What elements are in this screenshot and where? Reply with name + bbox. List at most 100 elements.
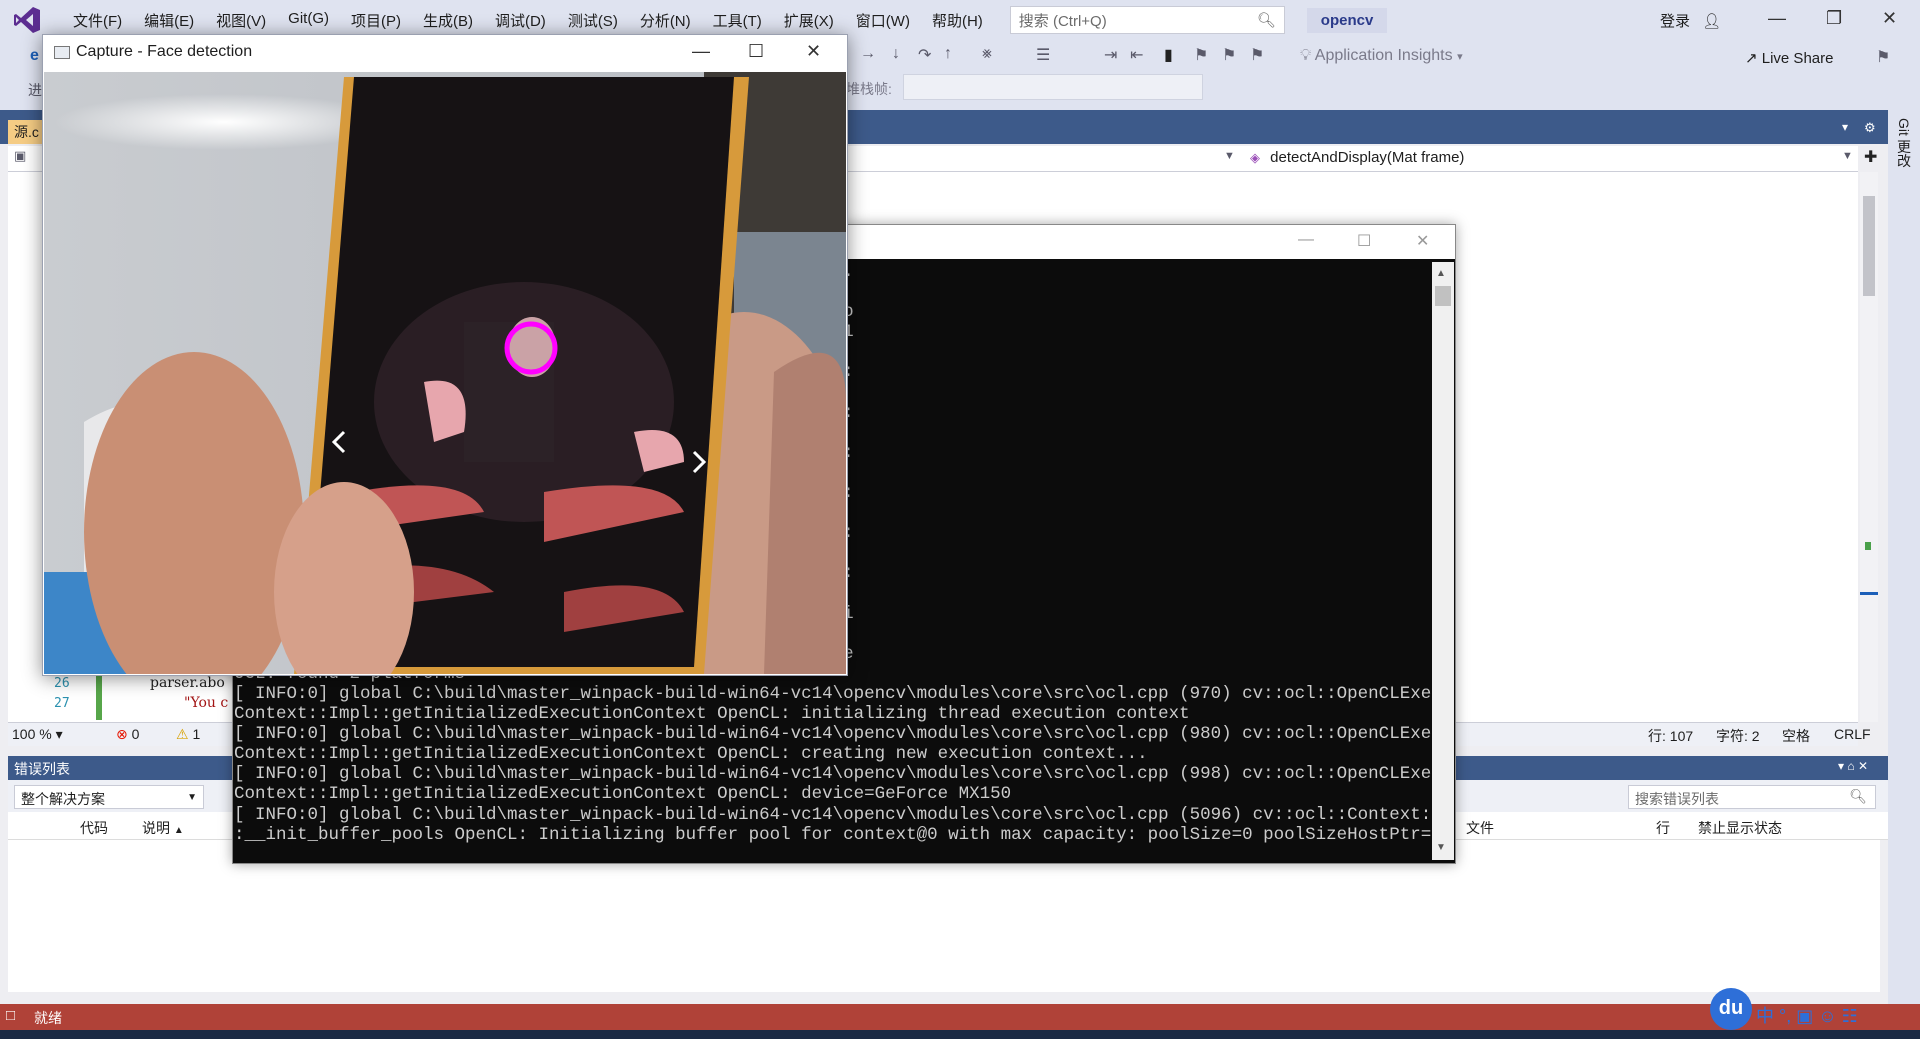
menu-item[interactable]: Git(G) <box>277 10 340 31</box>
step-out-icon[interactable]: ↑ <box>944 45 952 63</box>
function-dropdown[interactable]: ◈ detectAndDisplay(Mat frame) <box>1250 149 1464 166</box>
warning-icon: ⚠ <box>176 726 189 742</box>
menu-item[interactable]: 视图(V) <box>205 10 277 31</box>
step-into-icon[interactable]: ↓ <box>892 45 900 63</box>
editor-scrollbar[interactable] <box>1860 172 1878 722</box>
function-dropdown-icon[interactable]: ▼ <box>1842 150 1853 162</box>
capture-minimize-icon[interactable]: — <box>692 41 710 62</box>
application-insights-button[interactable]: 💡︎ Application Insights ▾ <box>1300 47 1463 65</box>
column-line[interactable]: 行 <box>1656 818 1670 838</box>
camera-frame: 加油 <box>44 72 846 674</box>
menu-item[interactable]: 帮助(H) <box>921 10 994 31</box>
stack-frame-label: 堆栈帧: <box>846 81 892 97</box>
stack-frame-dropdown[interactable] <box>903 74 1203 100</box>
menu-item[interactable]: 调试(D) <box>484 10 557 31</box>
menu-item[interactable]: 测试(S) <box>557 10 629 31</box>
error-icon: ⊗ <box>116 726 128 742</box>
method-icon: ◈ <box>1250 150 1260 165</box>
warning-count[interactable]: ⚠ 1 <box>176 726 200 743</box>
error-scope-value: 整个解决方案 <box>21 791 105 807</box>
column-description[interactable]: 说明 ▲ <box>142 818 184 838</box>
live-share-button[interactable]: ↗ Live Share <box>1745 49 1833 67</box>
console-line: Context::Impl::getInitializedExecutionCo… <box>234 744 1148 765</box>
column-file[interactable]: 文件 <box>1466 818 1494 838</box>
settings-gear-icon[interactable]: ⚙ <box>1864 120 1876 136</box>
bookmark-icon[interactable]: ▮ <box>1164 45 1173 65</box>
console-line: Context::Impl::getInitializedExecutionCo… <box>234 784 1012 805</box>
console-close-icon[interactable]: ✕ <box>1416 231 1429 251</box>
sort-asc-icon: ▲ <box>173 825 184 836</box>
right-side-toolbar <box>1888 110 1920 1010</box>
zoom-value: 100 % <box>12 726 52 742</box>
outdent-icon[interactable]: ⇤ <box>1130 45 1143 65</box>
feedback-icon[interactable]: ⚑ <box>1876 47 1890 67</box>
app-window-icon <box>54 46 70 59</box>
split-editor-icon[interactable]: ✚ <box>1864 147 1877 167</box>
menu-item[interactable]: 文件(F) <box>62 10 133 31</box>
restore-icon[interactable]: ❐ <box>1826 8 1842 29</box>
code-line[interactable]: "You c <box>184 695 228 711</box>
ime-toolbar-icons[interactable]: 中 °, ▣ ☺ ☷ <box>1756 1002 1858 1028</box>
step-over-icon[interactable]: → <box>860 45 876 63</box>
status-bar: □ 就绪 <box>0 1004 1920 1030</box>
redo-icon[interactable]: ↷ <box>918 45 931 65</box>
error-list-title: 错误列表 <box>14 761 70 777</box>
hex-display-icon[interactable]: ⨳ <box>982 45 992 63</box>
menu-item[interactable]: 窗口(W) <box>845 10 921 31</box>
eol-indicator[interactable]: CRLF <box>1834 726 1871 742</box>
visual-studio-logo-icon[interactable] <box>12 5 42 35</box>
show-threads-icon[interactable]: ☰ <box>1036 45 1050 65</box>
capture-close-icon[interactable]: ✕ <box>806 41 821 62</box>
pin-icon[interactable]: ▾ ⌂ ✕ <box>1838 759 1868 773</box>
search-input[interactable]: 搜索 (Ctrl+Q) 🔍︎ <box>1009 6 1285 34</box>
minimize-icon[interactable]: — <box>1768 8 1786 29</box>
capture-title: Capture - Face detection <box>76 43 253 60</box>
menu-item[interactable]: 生成(B) <box>412 10 484 31</box>
project-icon: ▣ <box>14 148 27 163</box>
line-indicator[interactable]: 行: 107 <box>1648 726 1693 746</box>
console-maximize-icon[interactable]: ☐ <box>1357 231 1371 251</box>
output-icon[interactable]: □ <box>6 1007 15 1024</box>
menu-items: 文件(F) 编辑(E) 视图(V) Git(G) 项目(P) 生成(B) 调试(D) 测试(S… <box>62 10 994 31</box>
error-count[interactable]: ⊗ 0 <box>116 726 139 743</box>
column-suppress[interactable]: 禁止显示状态 <box>1698 818 1782 838</box>
login-button[interactable]: 登录 👤︎ <box>1660 10 1721 31</box>
console-scrollbar[interactable]: ▲ ▼ <box>1432 262 1454 860</box>
console-line: :__init_buffer_pools OpenCL: Initializin… <box>234 824 1434 845</box>
search-icon: 🔍︎ <box>1849 788 1867 804</box>
prev-bookmark-icon[interactable]: ⚑ <box>1194 45 1208 65</box>
column-code[interactable]: 代码 <box>80 818 108 838</box>
clear-bookmarks-icon[interactable]: ⚑ <box>1250 45 1264 65</box>
line-number: 27 <box>54 696 70 711</box>
search-icon: 🔍︎ <box>1256 12 1276 29</box>
live-share-label: Live Share <box>1761 50 1834 67</box>
tab-dropdown-icon[interactable]: ▾ <box>1842 120 1848 134</box>
code-line[interactable]: parser.abo <box>150 675 225 691</box>
error-search-placeholder: 搜索错误列表 <box>1635 791 1719 807</box>
status-ready: 就绪 <box>34 1010 62 1026</box>
menu-item[interactable]: 分析(N) <box>629 10 702 31</box>
zoom-dropdown[interactable]: 100 % ▾ <box>12 726 63 743</box>
menu-item[interactable]: 工具(T) <box>702 10 773 31</box>
git-changes-tab[interactable]: Git 更改 <box>1894 118 1914 168</box>
scope-dropdown-icon[interactable]: ▼ <box>1224 150 1235 162</box>
warning-count-value: 1 <box>192 726 201 742</box>
navigate-back-icon[interactable]: e <box>30 47 39 65</box>
menu-item[interactable]: 扩展(X) <box>773 10 845 31</box>
chevron-down-icon: ▼ <box>187 792 197 803</box>
char-indicator[interactable]: 字符: 2 <box>1716 726 1760 746</box>
baidu-ime-icon[interactable]: du <box>1710 988 1752 1030</box>
console-line: [ INFO:0] global C:\build\master_winpack… <box>234 683 1434 704</box>
menu-item[interactable]: 项目(P) <box>340 10 412 31</box>
spacing-indicator[interactable]: 空格 <box>1782 726 1810 746</box>
error-scope-dropdown[interactable]: 整个解决方案 ▼ <box>14 785 204 809</box>
line-number: 26 <box>54 676 70 691</box>
console-minimize-icon[interactable]: — <box>1298 231 1314 249</box>
close-icon[interactable]: ✕ <box>1882 8 1897 29</box>
capture-maximize-icon[interactable]: ☐ <box>748 41 764 62</box>
tab-source-file[interactable]: 源.c <box>8 120 45 144</box>
error-search-input[interactable]: 搜索错误列表 🔍︎ <box>1628 785 1876 809</box>
menu-item[interactable]: 编辑(E) <box>133 10 205 31</box>
indent-icon[interactable]: ⇥ <box>1104 45 1117 65</box>
next-bookmark-icon[interactable]: ⚑ <box>1222 45 1236 65</box>
